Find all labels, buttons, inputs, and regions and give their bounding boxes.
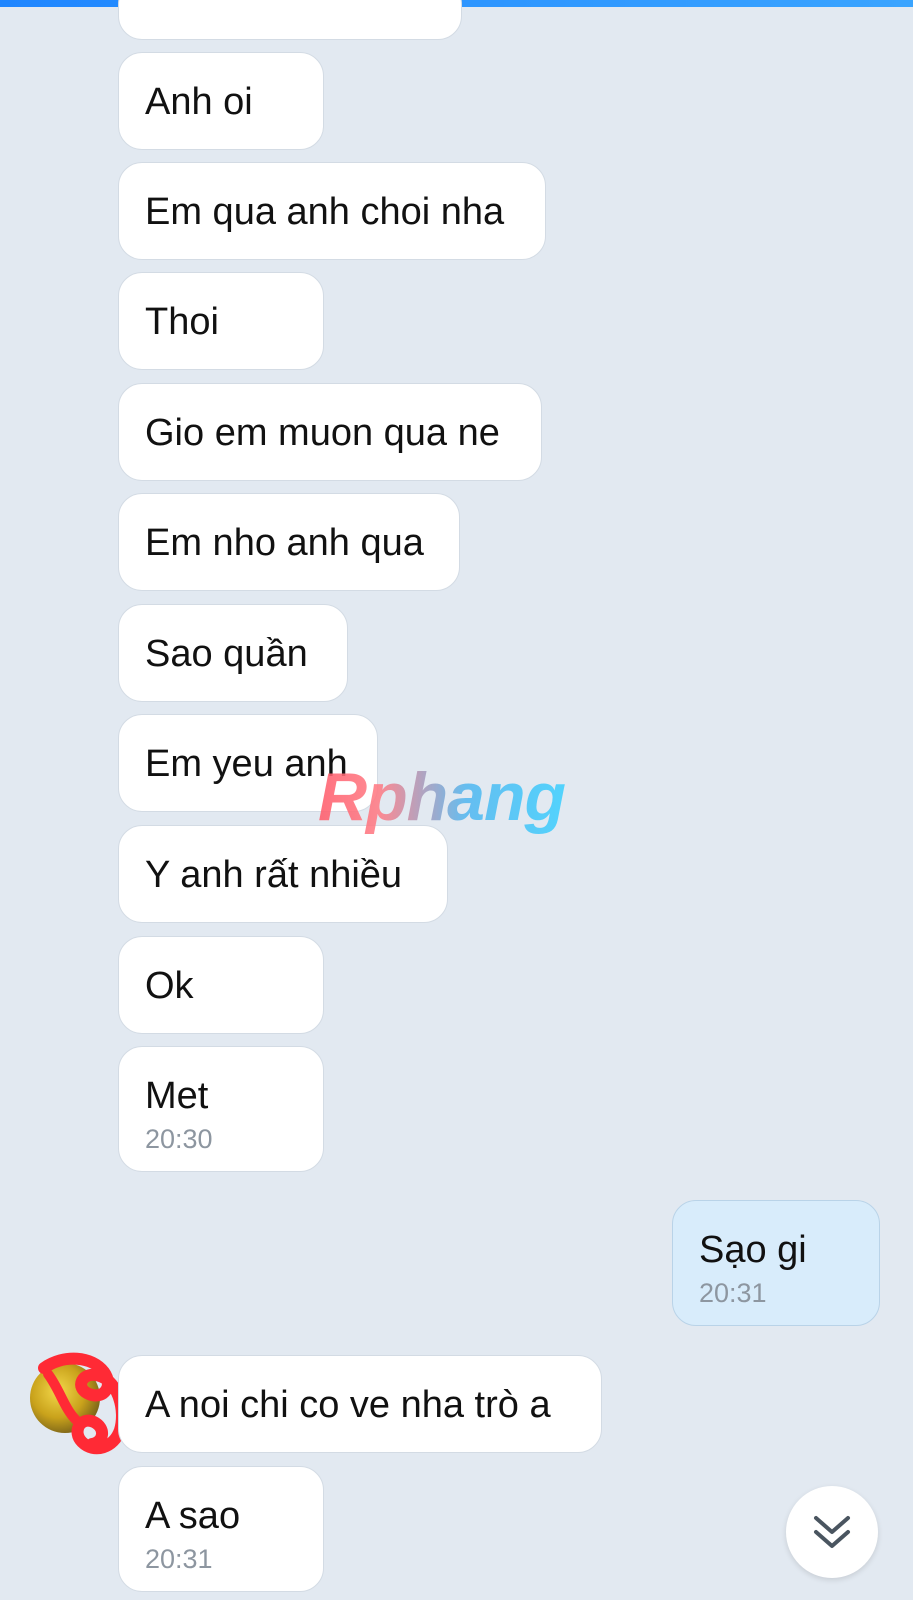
watermark: Rphang (318, 760, 598, 835)
message-text: Met (145, 1075, 209, 1117)
message-bubble[interactable]: Y anh rất nhiều (118, 825, 448, 923)
message-timestamp: 20:31 (699, 1278, 767, 1308)
message-bubble[interactable]: Thoi (118, 272, 324, 370)
message-bubble[interactable]: Gio em muon qua ne (118, 383, 542, 481)
message-bubble[interactable]: A sao 20:31 (118, 1466, 324, 1592)
watermark-text: Rphang (318, 759, 566, 835)
message-text: Y anh rất nhiều (145, 854, 403, 896)
scroll-to-bottom-button[interactable] (786, 1486, 878, 1578)
message-bubble-partial[interactable] (118, 0, 462, 40)
message-text: A noi chi co ve nha trò a (145, 1384, 551, 1426)
message-text: Sao quần (145, 633, 308, 675)
message-bubble[interactable]: A noi chi co ve nha trò a (118, 1355, 602, 1453)
message-text: Gio em muon qua ne (145, 412, 500, 454)
message-text: Em qua anh choi nha (145, 191, 505, 233)
redaction-scribble (38, 1352, 128, 1455)
message-text: Anh oi (145, 81, 253, 123)
message-timestamp: 20:30 (145, 1124, 213, 1154)
message-text: Em nho anh qua (145, 522, 424, 564)
double-chevron-down-icon (814, 1516, 850, 1548)
message-bubble[interactable]: Em qua anh choi nha (118, 162, 546, 260)
message-text: A sao (145, 1495, 241, 1537)
message-bubble[interactable]: Em nho anh qua (118, 493, 460, 591)
outgoing-message-bubble[interactable]: Sạo gi 20:31 (672, 1200, 880, 1326)
message-text: Ok (145, 965, 194, 1007)
message-timestamp: 20:31 (145, 1544, 213, 1574)
message-bubble[interactable]: Ok (118, 936, 324, 1034)
message-bubble[interactable]: Anh oi (118, 52, 324, 150)
message-bubble[interactable]: Met 20:30 (118, 1046, 324, 1172)
message-bubble[interactable]: Sao quần (118, 604, 348, 702)
message-text: Sạo gi (699, 1229, 807, 1271)
message-text: Thoi (145, 301, 219, 343)
